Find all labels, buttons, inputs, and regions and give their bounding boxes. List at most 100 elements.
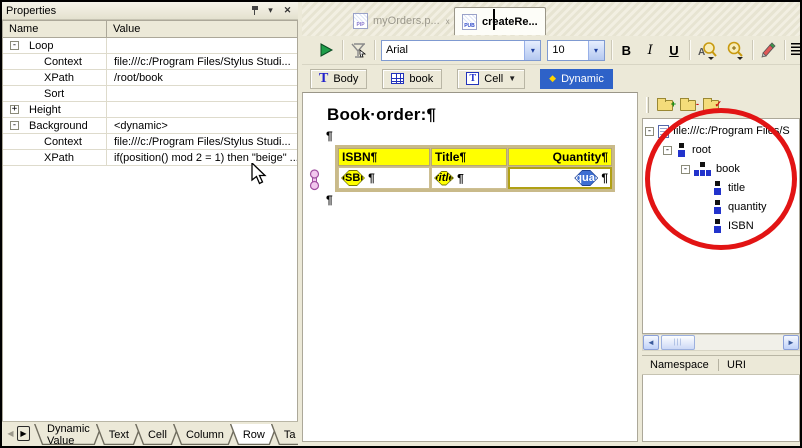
font-size-select[interactable]: 10 ▾: [547, 40, 604, 61]
namespace-header: Namespace URI: [642, 355, 800, 375]
font-family-select[interactable]: Arial ▾: [381, 40, 541, 61]
scrollbar-thumb[interactable]: |||: [661, 335, 695, 350]
file-tab-label: createRe...: [482, 16, 538, 28]
body-mode-button[interactable]: T Body: [310, 69, 367, 89]
property-value[interactable]: file:///c:/Program Files/Stylus Studi...: [107, 136, 297, 148]
quantity-value-tag[interactable]: quantity: [574, 170, 598, 186]
paragraph-mark: ¶: [326, 193, 333, 207]
document-canvas[interactable]: Book·order:¶ ¶ ISBN¶ Title¶ Quantity¶ IS…: [302, 92, 638, 442]
toolbar-grip[interactable]: [646, 97, 649, 113]
property-row-xpath2[interactable]: XPath if(position() mod 2 = 1) then "bei…: [3, 150, 297, 166]
property-value[interactable]: <dynamic>: [107, 120, 297, 132]
collapse-icon[interactable]: -: [645, 127, 654, 136]
scenario-icon[interactable]: [348, 39, 368, 61]
add-file-button[interactable]: +: [656, 97, 676, 114]
file-tab-createreport[interactable]: PUB createRe...: [454, 7, 546, 35]
underline-button[interactable]: U: [665, 43, 683, 58]
tree-item-label: quantity: [728, 201, 767, 213]
tab-dynamic-value[interactable]: Dynamic Value: [34, 424, 103, 445]
run-preview-icon[interactable]: [316, 39, 336, 61]
validate-file-button[interactable]: ✓: [702, 97, 722, 114]
remove-file-button[interactable]: -: [679, 97, 699, 114]
tree-item-file[interactable]: - file:///c:/Program Files/S: [645, 122, 790, 140]
paragraph-mark: ¶: [368, 171, 375, 185]
namespace-list[interactable]: [642, 375, 800, 442]
scroll-left-icon[interactable]: ◄: [643, 335, 659, 350]
tab-text[interactable]: Text: [96, 424, 142, 445]
property-row-context2[interactable]: Context file:///c:/Program Files/Stylus …: [3, 134, 297, 150]
data-cell-title[interactable]: title ¶: [431, 167, 507, 189]
property-name: Height: [29, 104, 61, 116]
file-tab-myorders[interactable]: PIP myOrders.p...x: [346, 7, 457, 35]
property-row-xpath[interactable]: XPath /root/book: [3, 70, 297, 86]
property-name: Loop: [29, 40, 53, 52]
element-node-icon: [676, 143, 688, 158]
table-icon: [391, 73, 404, 84]
close-icon[interactable]: ✕: [281, 4, 294, 17]
collapse-icon[interactable]: -: [10, 121, 19, 130]
properties-grid-header: Name Value: [3, 21, 297, 38]
book-mode-button[interactable]: book: [382, 69, 442, 89]
property-value[interactable]: /root/book: [107, 72, 297, 84]
cell-mode-button[interactable]: T Cell ▼: [457, 69, 525, 89]
property-name: Background: [29, 120, 88, 132]
collapse-icon[interactable]: -: [663, 146, 672, 155]
chevron-down-icon[interactable]: ▾: [588, 41, 604, 60]
pin-icon[interactable]: [250, 5, 260, 16]
dynamic-mode-button[interactable]: ◆ Dynamic: [540, 69, 613, 89]
tab-scroll-left-icon[interactable]: ◀: [4, 426, 17, 441]
tree-item-book[interactable]: - book: [681, 160, 740, 178]
tab-scroll-right-icon[interactable]: ▶: [17, 426, 30, 441]
namespace-column-header[interactable]: Namespace: [642, 359, 718, 371]
chevron-down-icon[interactable]: ▼: [508, 74, 516, 83]
uri-column-header[interactable]: URI: [727, 359, 746, 371]
property-row-loop[interactable]: - Loop: [3, 38, 297, 54]
element-node-icon: [712, 181, 724, 196]
paragraph-lines-icon[interactable]: [791, 43, 800, 57]
tree-item-isbn[interactable]: ISBN: [712, 217, 754, 235]
property-row-height[interactable]: + Height: [3, 102, 297, 118]
expand-icon[interactable]: +: [10, 105, 19, 114]
tab-column[interactable]: Column: [173, 424, 237, 445]
collapse-icon[interactable]: -: [681, 165, 690, 174]
repeater-loop-icon[interactable]: [308, 169, 321, 194]
header-cell-isbn[interactable]: ISBN¶: [338, 148, 430, 166]
highlighter-pen-icon[interactable]: [759, 39, 779, 61]
tab-cell[interactable]: Cell: [135, 424, 180, 445]
property-value[interactable]: if(position() mod 2 = 1) then "beige" ..…: [107, 152, 297, 164]
header-cell-quantity[interactable]: Quantity¶: [508, 148, 612, 166]
tab-row[interactable]: Row: [230, 424, 278, 445]
collapse-icon[interactable]: -: [10, 41, 19, 50]
document-heading[interactable]: Book·order:¶: [327, 105, 436, 125]
chevron-down-icon[interactable]: ▾: [524, 41, 540, 60]
tree-item-quantity[interactable]: quantity: [712, 198, 767, 216]
tree-item-title[interactable]: title: [712, 179, 745, 197]
header-cell-title[interactable]: Title¶: [431, 148, 507, 166]
data-cell-quantity-selected[interactable]: quantity ¶: [508, 167, 612, 189]
tree-item-root[interactable]: - root: [663, 141, 711, 159]
column-header-name[interactable]: Name: [3, 21, 107, 37]
horizontal-scrollbar[interactable]: ◄ ||| ►: [642, 334, 800, 351]
scroll-right-icon[interactable]: ►: [783, 335, 799, 350]
font-size-value: 10: [548, 44, 587, 56]
context-mode-bar: T Body book T Cell ▼ ◆ Dynamic: [302, 65, 800, 92]
properties-grid: Name Value - Loop Context file:///c:/Prog…: [2, 20, 298, 422]
tree-item-label: root: [692, 144, 711, 156]
tab-table[interactable]: Ta: [271, 424, 298, 445]
property-row-sort[interactable]: Sort: [3, 86, 297, 102]
style-lookup-icon[interactable]: [724, 39, 746, 61]
title-value-tag[interactable]: title: [434, 171, 454, 186]
property-row-context[interactable]: Context file:///c:/Program Files/Stylus …: [3, 54, 297, 70]
tab-close-mark[interactable]: x: [446, 17, 450, 26]
property-row-background[interactable]: - Background <dynamic>: [3, 118, 297, 134]
tree-item-label: ISBN: [728, 220, 754, 232]
text-cursor: [493, 9, 495, 30]
column-header-value[interactable]: Value: [107, 21, 297, 37]
panel-menu-icon[interactable]: ▾: [264, 4, 277, 17]
italic-button[interactable]: I: [641, 43, 659, 58]
data-cell-isbn[interactable]: ISBN ¶: [338, 167, 430, 189]
isbn-value-tag[interactable]: ISBN: [341, 170, 365, 186]
property-value[interactable]: file:///c:/Program Files/Stylus Studi...: [107, 56, 297, 68]
bold-button[interactable]: B: [617, 43, 635, 58]
spell-check-icon[interactable]: A: [696, 39, 718, 61]
